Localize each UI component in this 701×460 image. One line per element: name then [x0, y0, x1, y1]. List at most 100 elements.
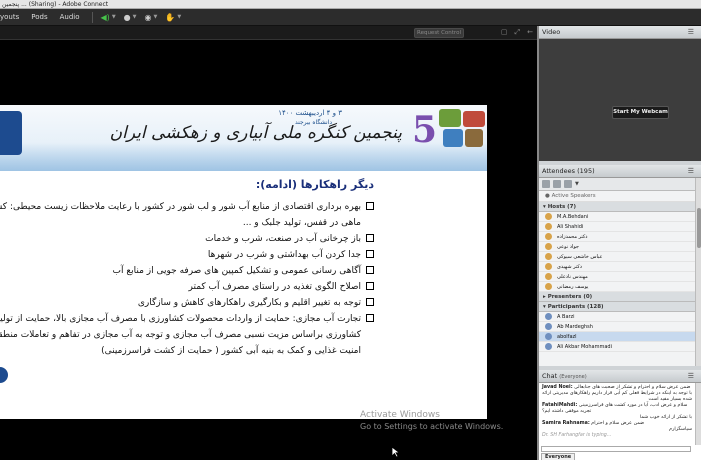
attendees-scrollbar[interactable]	[695, 178, 701, 366]
active-speakers-text: Active Speakers	[551, 193, 596, 199]
participant-icon	[545, 343, 552, 350]
pod-options-icon[interactable]: ☰	[688, 370, 697, 383]
microphone-icon: ●	[545, 193, 550, 199]
pod-options-icon[interactable]: ☰	[688, 26, 697, 39]
chat-scrollbar[interactable]	[695, 383, 701, 445]
attendee-row[interactable]: A Barzi	[539, 312, 701, 322]
checkbox-bullet-icon	[366, 202, 374, 210]
fullscreen-icon[interactable]: ▢	[501, 28, 508, 37]
checkbox-bullet-icon	[366, 282, 374, 290]
host-icon	[545, 273, 552, 280]
bullet-item: اصلاح الگوی تغذیه در راستای مصرف آب کمتر	[0, 279, 374, 295]
photo-2	[463, 111, 485, 127]
chat-pod: Chat (Everyone) ☰ Javad Noei: ضمن عرض سل…	[539, 370, 701, 460]
grid-view-icon[interactable]	[553, 180, 561, 188]
attendee-name: عباس خاشعی سیوکی	[557, 253, 603, 260]
attendee-row[interactable]: Ali Akbar Mohammadi	[539, 342, 701, 352]
attendee-row[interactable]: abolfazl	[539, 332, 701, 342]
list-view-icon[interactable]	[542, 180, 550, 188]
video-pod: Video ☰ Start My Webcam	[539, 26, 701, 161]
attendee-row[interactable]: یوسف رمضانی	[539, 282, 701, 292]
attendee-name: Ab Mardeghsh	[557, 323, 593, 330]
fit-to-window-icon[interactable]: ⤢	[515, 28, 521, 37]
bullet-text: بهره برداری اقتصادی از منابع آب شور و لب…	[0, 202, 361, 212]
menu-audio[interactable]: Audio	[60, 13, 80, 21]
chat-sender: Samira Rahnama:	[542, 421, 590, 426]
attendee-row[interactable]: مهندس نادعلی	[539, 272, 701, 282]
attendees-toolbar: ▼	[539, 178, 701, 191]
host-icon	[545, 213, 552, 220]
slide-bullet-list: بهره برداری اقتصادی از منابع آب شور و لب…	[0, 199, 374, 359]
chevron-down-icon: ▼	[177, 14, 182, 20]
microphone-button[interactable]: ● ▼	[124, 13, 137, 22]
banner-photos	[439, 109, 485, 149]
attendee-name: دکتر شهیدی	[557, 263, 583, 270]
pod-options-icon[interactable]: ☰	[688, 165, 697, 178]
chat-input[interactable]	[541, 446, 691, 452]
chat-tab-everyone[interactable]: Everyone	[541, 453, 576, 460]
chevron-down-icon[interactable]: ▼	[575, 181, 579, 187]
photo-3	[443, 129, 463, 147]
host-icon	[545, 223, 552, 230]
speaker-button[interactable]: ◀) ▼	[101, 13, 116, 22]
participants-section-header[interactable]: ▾ Participants (128)	[539, 302, 701, 312]
bullet-continuation: کشاورزی براساس مزیت نسبی مصرف آب مجازی و…	[0, 330, 361, 340]
presenters-section-title: Presenters (0)	[547, 294, 593, 300]
checkbox-bullet-icon	[366, 266, 374, 274]
attendee-row[interactable]: دکتر محمدزاده	[539, 232, 701, 242]
chat-sender: FatahiMahdi:	[542, 403, 578, 408]
status-icon[interactable]	[564, 180, 572, 188]
hosts-section-title: Hosts (7)	[547, 204, 577, 210]
bullet-item: توجه به تغییر اقلیم و بکارگیری راهکارهای…	[0, 295, 374, 311]
participants-section-title: Participants (128)	[547, 304, 604, 310]
share-pod: Request Control ▢ ⤢ ← ا ۳ و ۴ اردیبهشت ۱…	[0, 26, 537, 460]
chevron-down-icon: ▼	[132, 14, 137, 20]
menu-separator	[91, 11, 93, 23]
participant-icon	[545, 323, 552, 330]
video-pod-title: Video	[542, 28, 561, 36]
photo-1	[439, 109, 461, 127]
chat-text: ضمن عرض سلام و احترام و تشکر از صحبت های…	[574, 385, 691, 390]
raise-hand-icon: ✋	[165, 12, 176, 22]
attendee-row[interactable]: عباس خاشعی سیوکی	[539, 252, 701, 262]
participant-icon	[545, 333, 552, 340]
scrollbar-thumb[interactable]	[697, 208, 701, 248]
bullet-text: توجه به تغییر اقلیم و بکارگیری راهکارهای…	[137, 298, 361, 308]
footer-logo	[0, 367, 8, 383]
checkbox-bullet-icon	[366, 298, 374, 306]
back-icon[interactable]: ←	[527, 28, 533, 37]
attendee-row[interactable]: جواد نوعی	[539, 242, 701, 252]
start-webcam-button[interactable]: Start My Webcam	[612, 106, 669, 119]
typing-indicator: Dr. SH Farhangfar is typing...	[542, 433, 612, 438]
collapse-icon: ▾	[543, 304, 546, 310]
attendee-row[interactable]: Ab Mardeghsh	[539, 322, 701, 332]
host-icon	[545, 283, 552, 290]
attendees-count: (195)	[577, 167, 595, 175]
bullet-item: جدا کردن آب بهداشتی و شرب در شهرها	[0, 247, 374, 263]
attendee-name: جواد نوعی	[557, 243, 580, 250]
webcam-icon: ◉	[144, 12, 152, 22]
share-pod-controls: ▢ ⤢ ←	[501, 28, 533, 37]
raise-hand-button[interactable]: ✋ ▼	[165, 13, 181, 22]
presenters-section-header[interactable]: ▸ Presenters (0)	[539, 292, 701, 302]
attendee-name: Ali Akbar Mohammadi	[557, 343, 612, 350]
attendee-name: یوسف رمضانی	[557, 283, 589, 290]
menu-pods[interactable]: Pods	[31, 13, 47, 21]
attendees-pod-header: Attendees (195) ☰	[539, 165, 701, 178]
request-control-button[interactable]: Request Control	[414, 28, 464, 38]
attendee-row[interactable]: M.A.Behdani	[539, 212, 701, 222]
watermark-subtitle: Go to Settings to activate Windows.	[360, 422, 504, 431]
hosts-section-header[interactable]: ▾ Hosts (7)	[539, 202, 701, 212]
slide-date: ۳ و ۴ اردیبهشت ۱۴۰۰	[278, 109, 342, 117]
webcam-button[interactable]: ◉ ▼	[145, 13, 158, 22]
attendee-name: A Barzi	[557, 313, 575, 320]
attendee-row[interactable]: دکتر شهیدی	[539, 262, 701, 272]
right-pod-column: Video ☰ Start My Webcam Attendees (195) …	[537, 26, 701, 460]
attendee-name: abolfazl	[557, 333, 577, 340]
attendee-row[interactable]: Ali Shahidi	[539, 222, 701, 232]
participant-icon	[545, 313, 552, 320]
organization-logo: ا	[0, 111, 22, 155]
attendee-name: مهندس نادعلی	[557, 273, 588, 280]
slide-title: پنجمین کنگره ملی آبیاری و زهکشی ایران	[109, 123, 402, 143]
menu-layouts[interactable]: youts	[0, 13, 19, 21]
